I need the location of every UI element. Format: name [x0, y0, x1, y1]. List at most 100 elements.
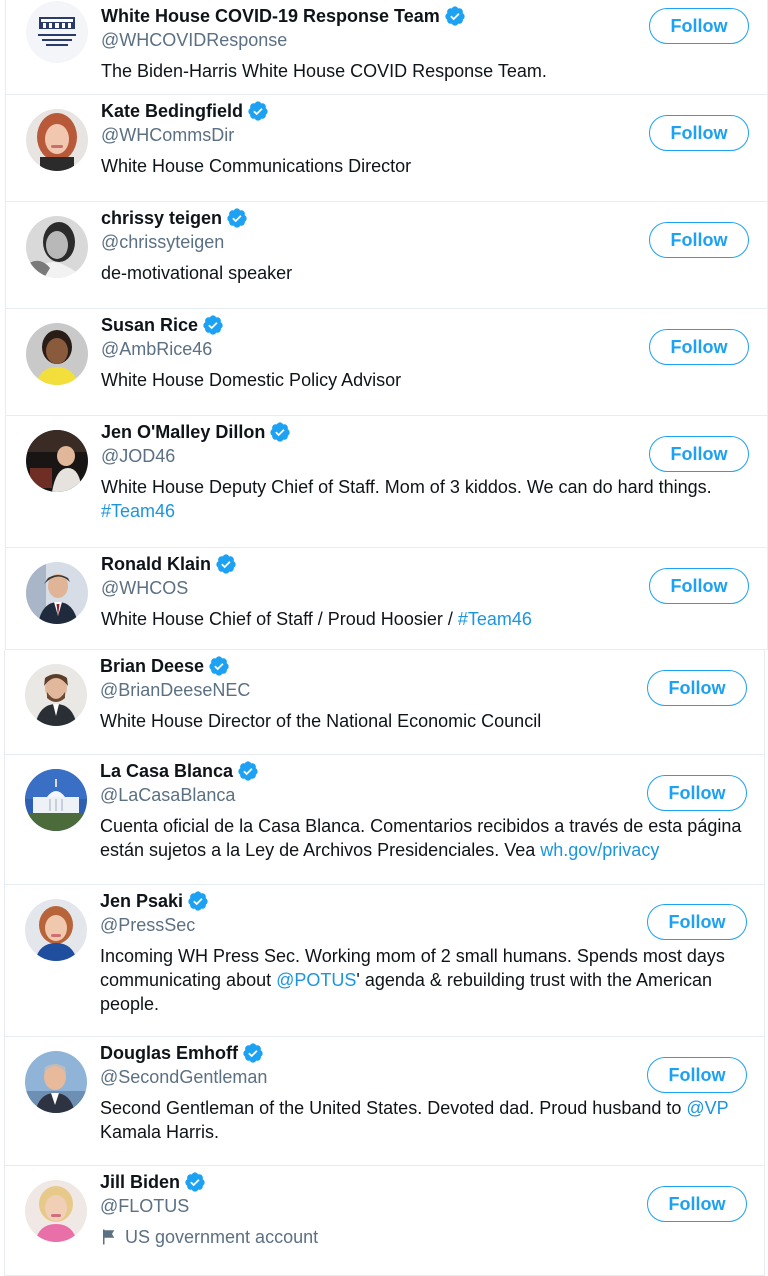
avatar[interactable] — [25, 664, 87, 726]
follow-button[interactable]: Follow — [647, 775, 747, 811]
bio-link[interactable]: wh.gov/privacy — [540, 840, 659, 860]
bio-text: White House Domestic Policy Advisor — [101, 370, 402, 390]
user-name[interactable]: Jen O'Malley Dillon — [101, 421, 265, 443]
user-handle[interactable]: @LaCasaBlanca — [100, 784, 235, 806]
follow-button[interactable]: Follow — [649, 329, 749, 365]
who-to-follow-list: White House COVID-19 Response Team @WHCO… — [0, 0, 768, 1276]
verified-badge-icon — [247, 100, 269, 122]
user-cell[interactable]: Brian Deese @BrianDeeseNEC White House Di… — [4, 650, 765, 755]
user-cell[interactable]: Jen O'Malley Dillon @JOD46 White House De… — [5, 416, 768, 548]
user-bio: White House Chief of Staff / Proud Hoosi… — [101, 607, 766, 631]
user-cell[interactable]: Jill Biden @FLOTUS US government account — [4, 1166, 765, 1276]
verified-badge-icon — [208, 655, 230, 677]
user-cell[interactable]: Douglas Emhoff @SecondGentleman Second Ge… — [4, 1037, 765, 1166]
user-name[interactable]: Kate Bedingfield — [101, 100, 243, 122]
user-name[interactable]: White House COVID-19 Response Team — [101, 5, 440, 27]
user-name[interactable]: Jill Biden — [100, 1171, 180, 1193]
user-handle[interactable]: @JOD46 — [101, 445, 175, 467]
government-account-label: US government account — [100, 1225, 765, 1249]
verified-badge-icon — [242, 1042, 264, 1064]
user-bio: The Biden-Harris White House COVID Respo… — [101, 59, 766, 83]
verified-badge-icon — [187, 890, 209, 912]
user-bio: Incoming WH Press Sec. Working mom of 2 … — [100, 944, 765, 1016]
bio-link[interactable]: @VP — [686, 1098, 728, 1118]
follow-button[interactable]: Follow — [647, 1186, 747, 1222]
name-row: Kate Bedingfield — [101, 100, 269, 122]
user-handle[interactable]: @PressSec — [100, 914, 195, 936]
follow-button[interactable]: Follow — [649, 8, 749, 44]
follow-button[interactable]: Follow — [647, 670, 747, 706]
verified-badge-icon — [444, 5, 466, 27]
user-handle[interactable]: @WHCOS — [101, 577, 188, 599]
user-cell[interactable]: chrissy teigen @chrissyteigen de-motivati… — [5, 202, 768, 309]
user-bio: de-motivational speaker — [101, 261, 766, 285]
avatar[interactable] — [25, 1051, 87, 1113]
bio-text: White House Chief of Staff / Proud Hoosi… — [101, 609, 458, 629]
name-row: Brian Deese — [100, 655, 230, 677]
user-handle[interactable]: @WHCOVIDResponse — [101, 29, 287, 51]
user-cell[interactable]: Susan Rice @AmbRice46 White House Domesti… — [5, 309, 768, 416]
user-name[interactable]: Susan Rice — [101, 314, 198, 336]
user-handle[interactable]: @AmbRice46 — [101, 338, 212, 360]
bio-text: White House Communications Director — [101, 156, 412, 176]
avatar[interactable] — [25, 769, 87, 831]
avatar[interactable] — [25, 1180, 87, 1242]
flag-icon — [100, 1228, 118, 1246]
verified-badge-icon — [184, 1171, 206, 1193]
verified-badge-icon — [215, 553, 237, 575]
verified-badge-icon — [269, 421, 291, 443]
user-handle[interactable]: @chrissyteigen — [101, 231, 224, 253]
user-handle[interactable]: @FLOTUS — [100, 1195, 189, 1217]
bio-link[interactable]: @POTUS — [276, 970, 356, 990]
user-name[interactable]: La Casa Blanca — [100, 760, 233, 782]
avatar[interactable] — [26, 430, 88, 492]
user-cell[interactable]: Kate Bedingfield @WHCommsDir White House … — [5, 95, 768, 202]
government-account-text: US government account — [125, 1227, 319, 1247]
bio-text: White House Deputy Chief of Staff. Mom o… — [101, 477, 717, 497]
user-name[interactable]: chrissy teigen — [101, 207, 222, 229]
name-row: Jen Psaki — [100, 890, 209, 912]
user-bio: White House Domestic Policy Advisor — [101, 368, 766, 392]
bio-text: Second Gentleman of the United States. D… — [100, 1098, 687, 1118]
user-handle[interactable]: @WHCommsDir — [101, 124, 234, 146]
user-handle[interactable]: @SecondGentleman — [100, 1066, 267, 1088]
bio-link[interactable]: #Team46 — [101, 501, 175, 521]
user-cell[interactable]: La Casa Blanca @LaCasaBlanca Cuenta ofici… — [4, 755, 765, 885]
user-bio: White House Director of the National Eco… — [100, 709, 765, 733]
name-row: White House COVID-19 Response Team — [101, 5, 466, 27]
follow-button[interactable]: Follow — [647, 904, 747, 940]
follow-button[interactable]: Follow — [647, 1057, 747, 1093]
user-bio: White House Communications Director — [101, 154, 766, 178]
avatar[interactable] — [26, 1, 88, 63]
user-name[interactable]: Ronald Klain — [101, 553, 211, 575]
follow-button[interactable]: Follow — [649, 115, 749, 151]
verified-badge-icon — [237, 760, 259, 782]
follow-button[interactable]: Follow — [649, 436, 749, 472]
user-bio: White House Deputy Chief of Staff. Mom o… — [101, 475, 766, 523]
follow-button[interactable]: Follow — [649, 222, 749, 258]
user-bio: Cuenta oficial de la Casa Blanca. Coment… — [100, 814, 765, 862]
name-row: chrissy teigen — [101, 207, 248, 229]
user-name[interactable]: Douglas Emhoff — [100, 1042, 238, 1064]
user-bio: US government account — [100, 1225, 765, 1249]
user-name[interactable]: Brian Deese — [100, 655, 204, 677]
follow-button[interactable]: Follow — [649, 568, 749, 604]
bio-text: de-motivational speaker — [101, 263, 293, 283]
bio-link[interactable]: #Team46 — [458, 609, 532, 629]
avatar[interactable] — [26, 109, 88, 171]
avatar[interactable] — [26, 216, 88, 278]
user-name[interactable]: Jen Psaki — [100, 890, 183, 912]
avatar[interactable] — [26, 562, 88, 624]
name-row: Douglas Emhoff — [100, 1042, 264, 1064]
name-row: La Casa Blanca — [100, 760, 259, 782]
name-row: Jen O'Malley Dillon — [101, 421, 291, 443]
name-row: Jill Biden — [100, 1171, 206, 1193]
user-handle[interactable]: @BrianDeeseNEC — [100, 679, 250, 701]
user-cell[interactable]: Ronald Klain @WHCOS White House Chief of … — [5, 548, 768, 650]
name-row: Susan Rice — [101, 314, 224, 336]
avatar[interactable] — [26, 323, 88, 385]
avatar[interactable] — [25, 899, 87, 961]
bio-text: The Biden-Harris White House COVID Respo… — [101, 61, 547, 81]
name-row: Ronald Klain — [101, 553, 237, 575]
user-cell[interactable]: Jen Psaki @PressSec Incoming WH Press Sec… — [4, 885, 765, 1037]
